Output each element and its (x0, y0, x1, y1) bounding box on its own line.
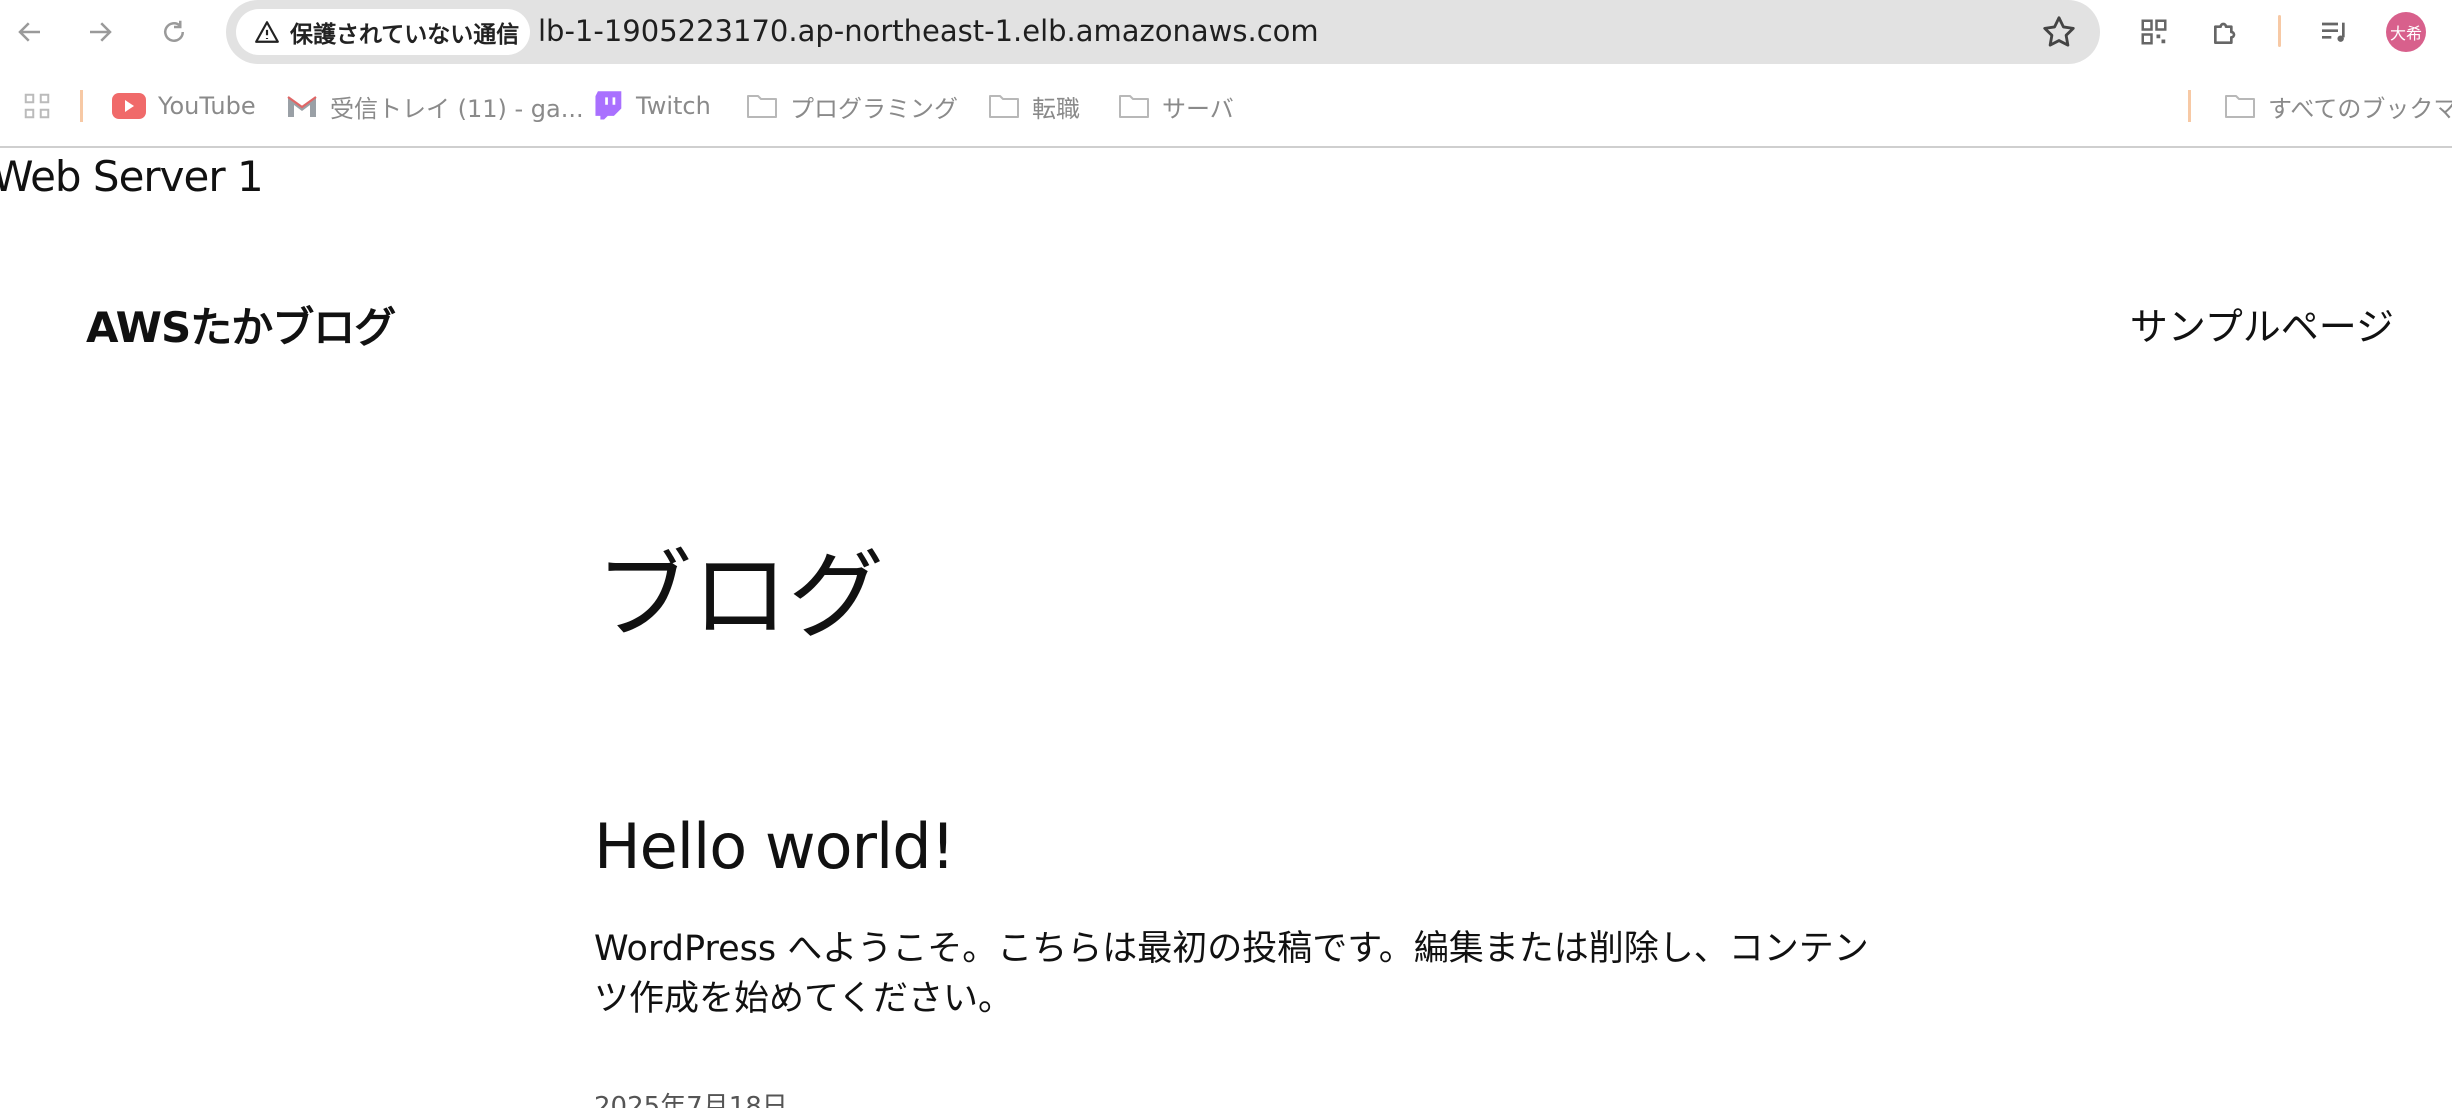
bookmark-star-icon[interactable] (2040, 13, 2078, 51)
folder-icon (2225, 95, 2255, 118)
puzzle-icon (2214, 22, 2236, 44)
bookmark-label: Twitch (636, 92, 711, 120)
all-bookmarks-label: すべてのブックマーク (2268, 94, 2452, 123)
gmail-icon (287, 96, 317, 117)
security-chip[interactable]: 保護されていない通信 (236, 9, 530, 55)
bookmark-folder-programming[interactable]: プログラミング (746, 82, 958, 130)
profile-avatar[interactable]: 大希 (2386, 12, 2426, 52)
bookmark-label: サーバ (1162, 94, 1234, 123)
bookmarks-separator (2188, 90, 2191, 122)
folder-icon (747, 95, 777, 118)
post-date: 2025年7月18日 (594, 1092, 788, 1108)
reload-button[interactable] (150, 8, 198, 56)
post-excerpt: WordPress へようこそ。こちらは最初の投稿です。編集または削除し、コンテ… (594, 929, 1869, 1019)
bookmark-folder-server[interactable]: サーバ (1118, 82, 1234, 130)
post-title[interactable]: Hello world! (594, 810, 955, 883)
toolbar-separator (2278, 15, 2281, 47)
bookmarks-separator (80, 90, 83, 122)
folder-icon (1119, 95, 1149, 118)
nav-link-sample-page[interactable]: サンプルページ (2130, 296, 2394, 351)
forward-button[interactable] (76, 8, 124, 56)
bookmark-gmail[interactable]: 受信トレイ (11) - ga... (286, 82, 584, 130)
folder-icon (989, 95, 1019, 118)
bookmarks-bar: YouTube 受信トレイ (11) - ga... Twitch プログラミン… (0, 82, 2452, 130)
qr-code-icon (2141, 19, 2167, 45)
url-text[interactable]: lb-1-1905223170.ap-northeast-1.elb.amazo… (538, 14, 1319, 48)
arrow-right-icon (90, 22, 112, 42)
bookmark-youtube[interactable]: YouTube (112, 82, 256, 130)
web-page: Web Server 1 AWSたかブログ サンプルページ ブログ Hello … (0, 148, 2452, 1108)
page-title: ブログ (596, 540, 884, 652)
back-button[interactable] (6, 8, 54, 56)
youtube-icon (112, 93, 146, 119)
address-bar[interactable]: 保護されていない通信 lb-1-1905223170.ap-northeast-… (226, 0, 2100, 64)
reload-icon (164, 20, 184, 42)
bookmark-label: 受信トレイ (11) - ga... (330, 94, 584, 123)
arrow-left-icon (18, 22, 40, 42)
bookmark-twitch[interactable]: Twitch (594, 82, 711, 130)
bookmark-label: YouTube (158, 92, 256, 120)
server-banner: Web Server 1 (0, 152, 264, 201)
warning-icon (255, 21, 279, 43)
bookmark-label: プログラミング (790, 94, 958, 123)
apps-button[interactable] (22, 82, 52, 130)
extensions-button[interactable] (2204, 10, 2248, 54)
security-label: 保護されていない通信 (290, 22, 520, 48)
apps-grid-icon (24, 93, 50, 119)
twitch-icon (595, 91, 622, 120)
music-queue-icon (2322, 22, 2345, 42)
all-bookmarks-button[interactable]: すべてのブックマーク (2224, 82, 2452, 130)
bookmark-folder-career[interactable]: 転職 (988, 82, 1080, 130)
media-control-button[interactable] (2312, 10, 2356, 54)
site-title[interactable]: AWSたかブログ (86, 294, 396, 355)
bookmark-label: 転職 (1032, 94, 1080, 123)
browser-chrome: 保護されていない通信 lb-1-1905223170.ap-northeast-… (0, 0, 2452, 146)
qr-code-button[interactable] (2132, 10, 2176, 54)
